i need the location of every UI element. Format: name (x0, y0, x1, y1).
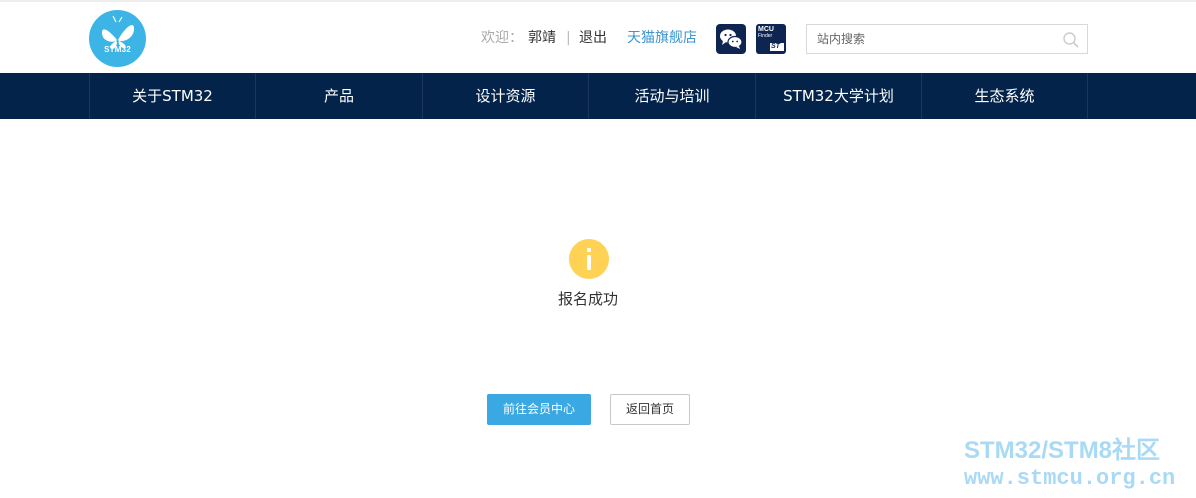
st-brand-text: ST (771, 43, 780, 50)
header: STM32 欢迎： 郭靖 | 退出 天猫旗舰店 MCU Finder ST (0, 2, 1196, 73)
logo-text: STM32 (104, 45, 131, 54)
nav-item-design-resources[interactable]: 设计资源 (422, 73, 588, 119)
nav-item-about-stm32[interactable]: 关于STM32 (89, 73, 255, 119)
main-navigation: 关于STM32 产品 设计资源 活动与培训 STM32大学计划 生态系统 (0, 73, 1196, 119)
mcu-finder-subtitle: Finder (758, 33, 773, 39)
divider: | (566, 30, 571, 46)
go-to-member-center-button[interactable]: 前往会员中心 (487, 394, 591, 425)
info-icon (569, 239, 609, 279)
info-icon-dot (587, 248, 591, 252)
nav-item-products[interactable]: 产品 (255, 73, 422, 119)
watermark-title: STM32/STM8社区 (964, 437, 1161, 464)
search-input[interactable] (817, 30, 1057, 48)
wechat-icon[interactable] (716, 24, 746, 54)
wechat-bubbles-icon (720, 29, 743, 49)
watermark-url: www.stmcu.org.cn (964, 466, 1176, 491)
watermark: STM32/STM8社区 www.stmcu.org.cn (964, 437, 1190, 495)
back-to-home-button[interactable]: 返回首页 (610, 394, 690, 425)
info-icon-bar (587, 255, 591, 270)
nav-item-events-training[interactable]: 活动与培训 (588, 73, 755, 119)
nav-item-university-program[interactable]: STM32大学计划 (755, 73, 921, 119)
username-link[interactable]: 郭靖 (528, 28, 556, 48)
nav-item-ecosystem[interactable]: 生态系统 (921, 73, 1088, 119)
logout-link[interactable]: 退出 (579, 28, 607, 48)
search-box (806, 24, 1088, 54)
butterfly-logo-icon (101, 15, 135, 49)
welcome-label: 欢迎： (481, 30, 523, 46)
search-icon[interactable] (1062, 31, 1080, 49)
success-message: 报名成功 (557, 290, 618, 308)
stm32-logo[interactable]: STM32 (89, 10, 146, 67)
mcu-finder-title: MCU (758, 26, 774, 33)
tmall-store-link[interactable]: 天猫旗舰店 (627, 28, 697, 48)
mcu-finder-icon[interactable]: MCU Finder ST (756, 24, 786, 54)
